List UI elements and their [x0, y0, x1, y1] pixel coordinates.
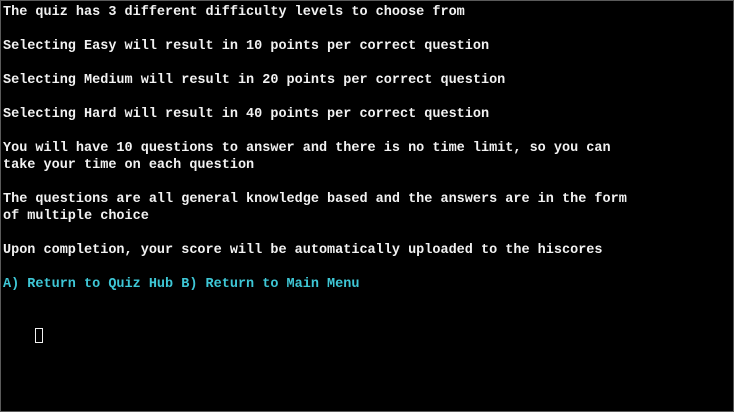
medium-text-line: Selecting Medium will result in 20 point… [3, 73, 506, 88]
terminal-window[interactable]: The quiz has 3 different difficulty leve… [0, 0, 734, 412]
hard-text-line: Selecting Hard will result in 40 points … [3, 107, 490, 122]
completion-text-line: Upon completion, your score will be auto… [3, 243, 603, 258]
input-prompt-line[interactable] [3, 310, 733, 361]
text-cursor[interactable] [35, 328, 44, 343]
easy-text-line: Selecting Easy will result in 10 points … [3, 39, 490, 54]
knowledge-text-line-2: of multiple choice [3, 209, 149, 224]
questions-text-line-1: You will have 10 questions to answer and… [3, 141, 611, 156]
menu-options-line: A) Return to Quiz Hub B) Return to Main … [3, 277, 360, 292]
intro-text-line: The quiz has 3 different difficulty leve… [3, 5, 465, 20]
questions-text-line-2: take your time on each question [3, 158, 255, 173]
knowledge-text-line-1: The questions are all general knowledge … [3, 192, 627, 207]
